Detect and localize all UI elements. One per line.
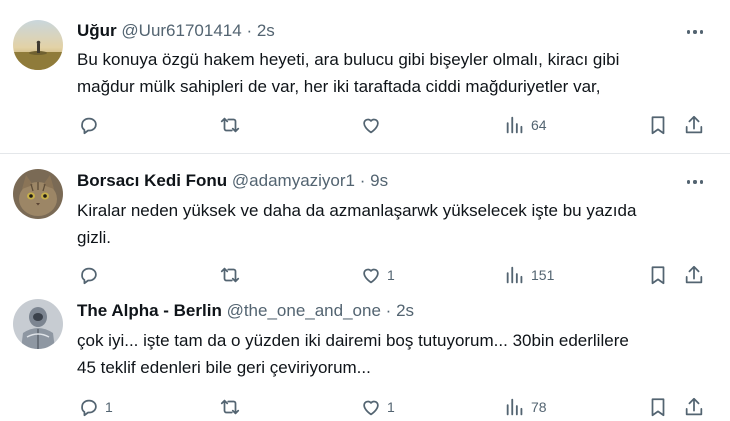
- share-button[interactable]: [683, 393, 705, 421]
- tweet-actions: 1 151: [77, 261, 717, 289]
- tweet-feed: Uğur @Uur61701414 · 2s Bu konuya özgü ha…: [0, 0, 730, 420]
- reply-button[interactable]: [78, 111, 105, 139]
- share-button[interactable]: [683, 111, 705, 139]
- retweet-button[interactable]: [219, 393, 246, 421]
- retweet-button[interactable]: [219, 111, 246, 139]
- view-count: 78: [531, 399, 547, 415]
- timestamp[interactable]: 9s: [370, 171, 388, 190]
- author-name[interactable]: Uğur: [77, 21, 117, 40]
- tweet-text: Bu konuya özgü hakem heyeti, ara bulucu …: [77, 50, 620, 96]
- retweet-button[interactable]: [219, 261, 246, 289]
- tweet-actions: 64: [77, 111, 717, 139]
- like-button[interactable]: 1: [360, 261, 395, 289]
- tweet[interactable]: Borsacı Kedi Fonu @adamyaziyor1 · 9s Kir…: [0, 155, 730, 295]
- heart-icon: [363, 268, 379, 284]
- share-icon: [685, 115, 703, 134]
- share-icon: [685, 265, 703, 284]
- tweet-actions: 1 1 78: [77, 393, 717, 421]
- more-icon[interactable]: [684, 22, 706, 42]
- tweet-header: Borsacı Kedi Fonu @adamyaziyor1 · 9s: [77, 171, 388, 191]
- avatar[interactable]: [13, 299, 63, 349]
- tweet[interactable]: Uğur @Uur61701414 · 2s Bu konuya özgü ha…: [0, 0, 730, 148]
- bookmark-button[interactable]: [647, 111, 669, 139]
- retweet-icon: [220, 117, 240, 133]
- author-name[interactable]: Borsacı Kedi Fonu: [77, 171, 227, 190]
- views-button[interactable]: 151: [504, 261, 554, 289]
- tweet-text: Kiralar neden yüksek ve daha da azmanlaş…: [77, 201, 637, 247]
- reply-icon: [81, 117, 97, 135]
- timestamp[interactable]: 2s: [257, 21, 275, 40]
- tweet-text: çok iyi... işte tam da o yüzden iki dair…: [77, 331, 629, 377]
- bookmark-icon: [651, 266, 665, 285]
- bookmark-icon: [651, 398, 665, 417]
- avatar[interactable]: [13, 169, 63, 219]
- like-count: 1: [387, 399, 395, 415]
- bookmark-button[interactable]: [647, 261, 669, 289]
- retweet-icon: [220, 399, 240, 415]
- tweet-header: The Alpha - Berlin @the_one_and_one · 2s: [77, 301, 414, 321]
- author-handle[interactable]: @adamyaziyor1: [232, 171, 355, 190]
- view-count: 64: [531, 117, 547, 133]
- bookmark-icon: [651, 116, 665, 135]
- retweet-icon: [220, 267, 240, 283]
- reply-count: 1: [105, 399, 113, 415]
- author-name[interactable]: The Alpha - Berlin: [77, 301, 222, 320]
- views-button[interactable]: 78: [504, 393, 547, 421]
- views-icon: [506, 398, 523, 416]
- reply-button[interactable]: [78, 261, 105, 289]
- author-handle[interactable]: @the_one_and_one: [227, 301, 381, 320]
- view-count: 151: [531, 267, 555, 283]
- like-button[interactable]: 1: [360, 393, 395, 421]
- share-icon: [685, 397, 703, 416]
- separator-dot: ·: [359, 171, 366, 190]
- views-icon: [506, 266, 523, 284]
- separator-dot: ·: [246, 21, 253, 40]
- author-handle[interactable]: @Uur61701414: [121, 21, 241, 40]
- bookmark-button[interactable]: [647, 393, 669, 421]
- views-icon: [506, 116, 523, 134]
- reply-icon: [81, 267, 97, 285]
- divider: [0, 153, 730, 154]
- tweet-header: Uğur @Uur61701414 · 2s: [77, 21, 275, 41]
- reply-button[interactable]: 1: [78, 393, 113, 421]
- share-button[interactable]: [683, 261, 705, 289]
- more-icon[interactable]: [684, 172, 706, 192]
- like-button[interactable]: [360, 111, 387, 139]
- reply-icon: [81, 399, 97, 417]
- views-button[interactable]: 64: [504, 111, 547, 139]
- avatar[interactable]: [13, 20, 63, 70]
- heart-icon: [363, 118, 379, 134]
- timestamp[interactable]: 2s: [396, 301, 414, 320]
- separator-dot: ·: [385, 301, 392, 320]
- like-count: 1: [387, 267, 395, 283]
- tweet[interactable]: The Alpha - Berlin @the_one_and_one · 2s…: [0, 296, 730, 420]
- heart-icon: [363, 400, 379, 416]
